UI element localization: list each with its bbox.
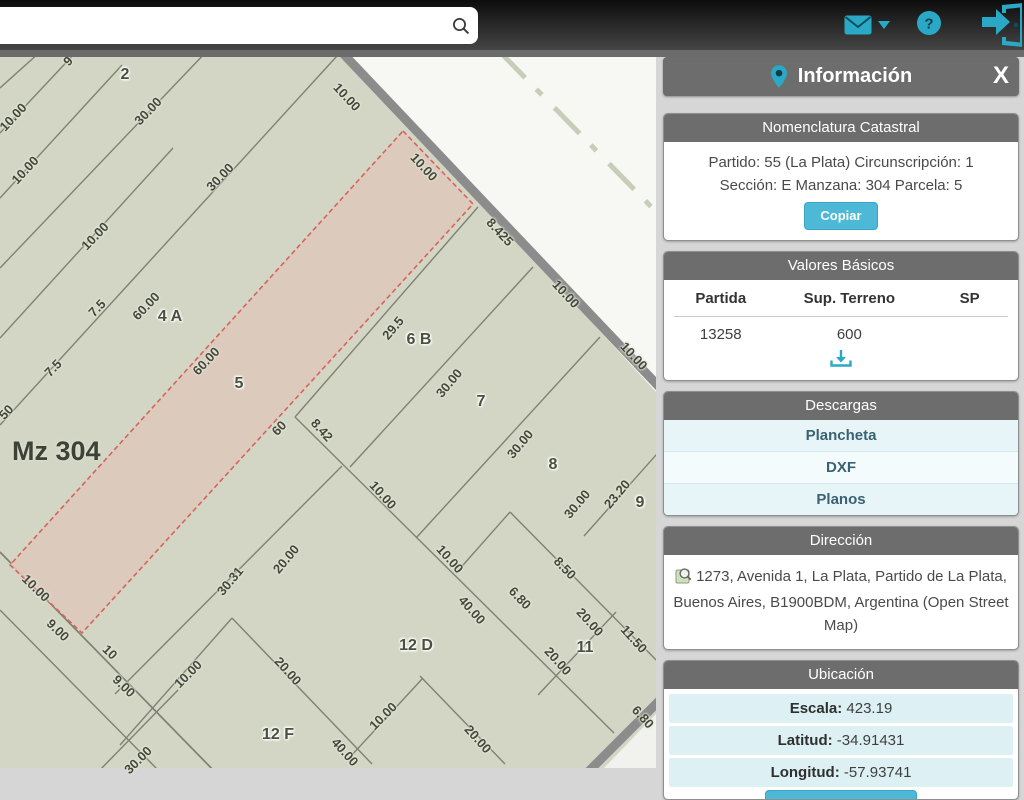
logout-icon (980, 3, 1022, 47)
close-icon[interactable]: X (993, 62, 1009, 90)
longitude-value: -57.93741 (844, 764, 912, 781)
download-plancheta[interactable]: Plancheta (664, 420, 1018, 451)
section-ubicacion: Ubicación Escala: 423.19 Latitud: -34.91… (663, 660, 1019, 800)
sup-terreno-value: 600 (768, 326, 932, 343)
search-input[interactable] (0, 17, 444, 34)
section-title: Ubicación (664, 661, 1018, 689)
help-icon: ? (916, 10, 942, 36)
section-title: Dirección (664, 527, 1018, 555)
map-canvas (0, 0, 656, 768)
panel-header: Información X (663, 57, 1019, 96)
latitude-label: Latitud: (778, 732, 833, 749)
search-icon[interactable] (444, 9, 478, 43)
map-magnifier-icon (675, 567, 692, 591)
section-direccion: Dirección 1273, Avenida 1, La Plata, Par… (663, 526, 1019, 651)
longitude-row: Longitud: -57.93741 (669, 758, 1013, 787)
logout-button[interactable] (980, 3, 1022, 47)
valores-header-row: Partida Sup. Terreno SP (674, 290, 1008, 317)
scale-value: 423.19 (846, 700, 892, 717)
scale-row: Escala: 423.19 (669, 694, 1013, 723)
section-title: Nomenclatura Catastral (664, 114, 1018, 142)
col-sp: SP (931, 290, 1008, 307)
messages-menu[interactable] (844, 15, 890, 35)
nomenclatura-line1: Partido: 55 (La Plata) Circunscripción: … (670, 151, 1012, 174)
valores-data-row: 13258 600 (674, 317, 1008, 343)
col-sup-terreno: Sup. Terreno (768, 290, 932, 307)
section-title: Descargas (664, 392, 1018, 420)
section-nomenclatura: Nomenclatura Catastral Partido: 55 (La P… (663, 113, 1019, 241)
mail-icon (844, 15, 872, 35)
address-text: 1273, Avenida 1, La Plata, Partido de La… (673, 568, 1008, 635)
scale-label: Escala: (790, 700, 843, 717)
sp-value (931, 326, 1008, 343)
copy-button[interactable]: Copiar (804, 202, 877, 230)
longitude-label: Longitud: (771, 764, 840, 781)
latitude-value: -34.91431 (837, 732, 905, 749)
help-button[interactable]: ? (916, 10, 942, 41)
download-dxf[interactable]: DXF (664, 451, 1018, 483)
pin-icon (770, 64, 788, 89)
nomenclatura-line2: Sección: E Manzana: 304 Parcela: 5 (670, 174, 1012, 197)
section-title: Valores Básicos (664, 252, 1018, 280)
panel-title: Información (798, 65, 912, 88)
search-box[interactable] (0, 7, 478, 44)
svg-text:?: ? (924, 15, 933, 32)
download-planos[interactable]: Planos (664, 483, 1018, 515)
caret-down-icon (878, 21, 890, 29)
latitude-row: Latitud: -34.91431 (669, 726, 1013, 755)
info-panel: Información X Nomenclatura Catastral Par… (657, 50, 1024, 768)
cadastral-map[interactable]: 910.0010.0030.0010.0030.0010.0010.008.42… (0, 0, 656, 768)
topbar: ? (0, 0, 1024, 57)
col-partida: Partida (674, 290, 768, 307)
section-valores: Valores Básicos Partida Sup. Terreno SP … (663, 251, 1019, 381)
section-descargas: Descargas Plancheta DXF Planos (663, 391, 1019, 516)
panel-bottom-button[interactable] (765, 790, 917, 799)
download-tray-icon[interactable] (674, 343, 1008, 372)
block-label: Mz 304 (12, 436, 101, 467)
partida-value: 13258 (674, 326, 768, 343)
